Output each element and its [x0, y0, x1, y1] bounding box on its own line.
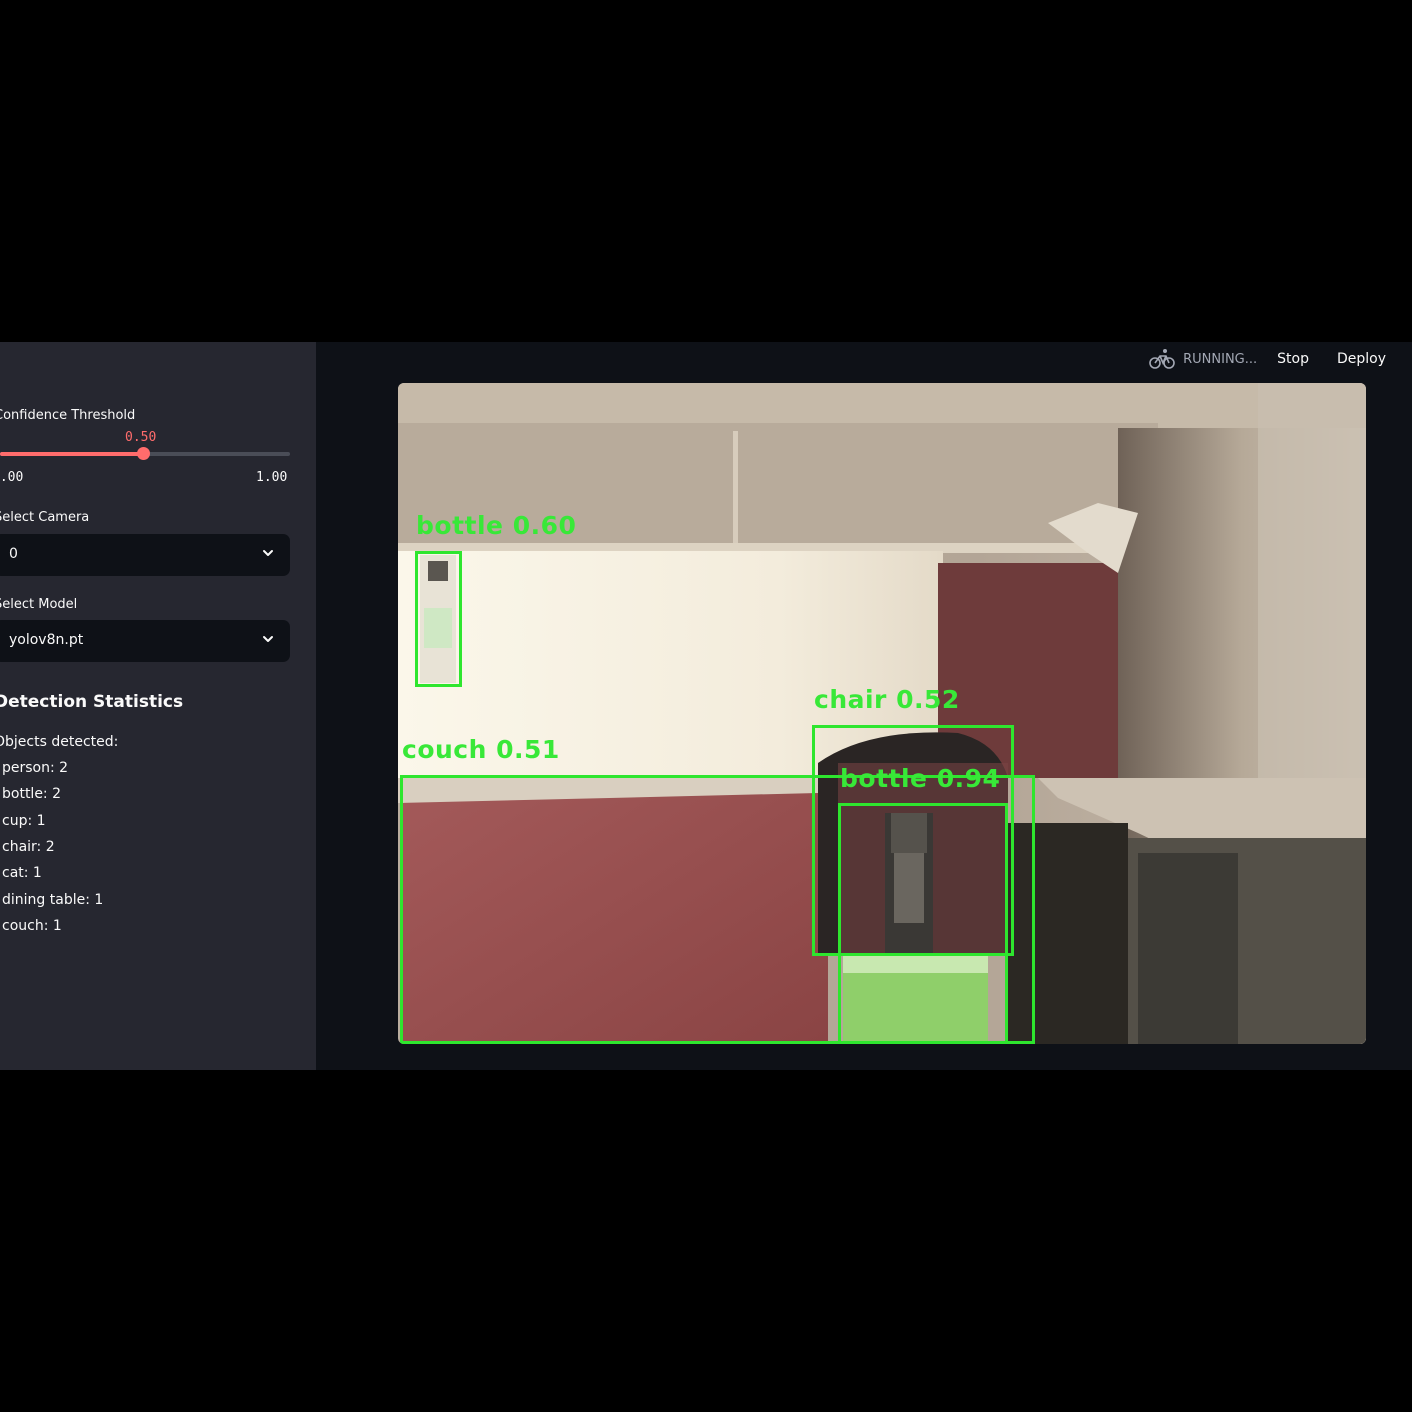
slider-min-label: 0.00: [0, 470, 24, 485]
objects-detected-label: Objects detected:: [0, 734, 119, 750]
bicycle-icon: [1149, 349, 1175, 369]
camera-select-value: 0: [9, 546, 18, 562]
stat-item: dining table: 1: [2, 892, 104, 908]
select-model-label: Select Model: [0, 597, 78, 612]
model-select-value: yolov8n.pt: [9, 632, 84, 648]
top-toolbar: RUNNING... Stop Deploy: [1149, 348, 1386, 370]
running-status-text: RUNNING...: [1183, 351, 1258, 367]
stop-button[interactable]: Stop: [1277, 351, 1309, 367]
detection-label-bottle: bottle 0.60: [416, 511, 577, 540]
confidence-threshold-label: Confidence Threshold: [0, 408, 136, 423]
confidence-slider-thumb[interactable]: [136, 447, 150, 460]
running-status: RUNNING...: [1149, 348, 1257, 370]
stat-item: bottle: 2: [2, 786, 62, 802]
streamlit-app: Confidence Threshold 0.50 0.00 1.00 Sele…: [0, 342, 1412, 1070]
sidebar: Confidence Threshold 0.50 0.00 1.00 Sele…: [0, 342, 316, 1070]
stat-item: chair: 2: [2, 839, 55, 855]
slider-max-label: 1.00: [256, 470, 288, 485]
detection-label-bottle: bottle 0.94: [840, 764, 1001, 793]
stat-item: person: 2: [2, 760, 69, 776]
camera-feed-image: bottle 0.60 chair 0.52 couch 0.51 bottle…: [398, 383, 1366, 1044]
deploy-button[interactable]: Deploy: [1337, 351, 1386, 367]
select-camera-label: Select Camera: [0, 510, 90, 525]
stat-item: couch: 1: [2, 918, 62, 934]
confidence-slider-fill: [0, 452, 143, 456]
model-select[interactable]: yolov8n.pt: [0, 620, 290, 662]
stat-item: cup: 1: [2, 813, 46, 829]
camera-select[interactable]: 0: [0, 534, 290, 576]
chevron-down-icon: [263, 636, 273, 642]
stat-item: cat: 1: [2, 865, 42, 881]
detection-label-couch: couch 0.51: [402, 735, 560, 764]
detection-statistics-heading: Detection Statistics: [0, 692, 184, 712]
detection-box-bottle: [838, 803, 1008, 1044]
detection-box-bottle: [415, 551, 462, 687]
chevron-down-icon: [263, 550, 273, 556]
detection-label-chair: chair 0.52: [814, 685, 960, 714]
confidence-slider-value: 0.50: [125, 430, 157, 445]
